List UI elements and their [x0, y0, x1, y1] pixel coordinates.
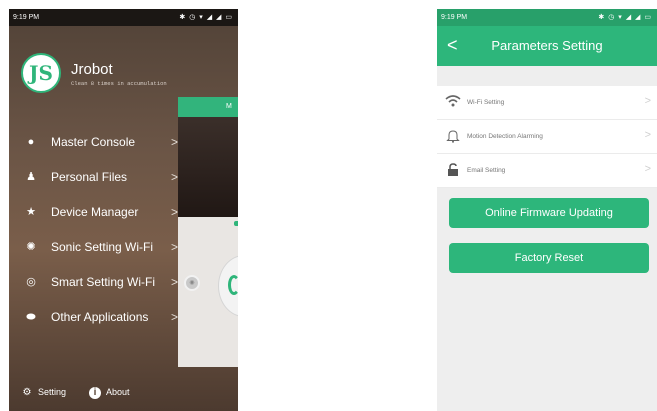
- about-link[interactable]: i About: [89, 385, 130, 399]
- wheel-logo-mark: [228, 275, 238, 295]
- app-logo: JS: [21, 53, 61, 93]
- camera-preview: [178, 117, 238, 217]
- page-title: Parameters Setting: [491, 38, 603, 53]
- app-tagline: Clean 8 times in accumulation: [71, 80, 167, 87]
- info-icon: i: [89, 386, 101, 399]
- chevron-right-icon: >: [171, 205, 179, 219]
- chevron-right-icon: >: [171, 240, 179, 254]
- chevron-right-icon: >: [644, 95, 651, 107]
- menu-item-label: Sonic Setting Wi-Fi: [51, 240, 154, 254]
- status-bar: 9:19 PM ✱ ◷ ▾ ◢ ◢ ▭: [437, 9, 657, 26]
- menu-item-other-applications[interactable]: ⬬ Other Applications >: [25, 306, 185, 328]
- menu-item-master-console[interactable]: ● Master Console >: [25, 131, 185, 153]
- app-name: Jrobot: [71, 61, 113, 78]
- left-phone-screen: 9:19 PM ✱ ◷ ▾ ◢ ◢ ▭ JS Jrobot Clean 8 ti…: [9, 9, 238, 411]
- status-icons: ✱ ◷ ▾ ◢ ◢ ▭: [598, 14, 652, 21]
- people-icon: ♟: [26, 171, 36, 183]
- lock-icon: [445, 163, 461, 177]
- status-time: 9:19 PM: [13, 14, 40, 21]
- menu-item-label: Master Console: [51, 135, 136, 149]
- chevron-right-icon: >: [644, 163, 651, 175]
- menu-item-device-manager[interactable]: ★ Device Manager >: [25, 201, 185, 223]
- apps-icon: ⬬: [26, 311, 36, 323]
- sonic-icon: ✺: [26, 241, 36, 253]
- chevron-right-icon: >: [171, 310, 179, 324]
- status-bar: 9:19 PM ✱ ◷ ▾ ◢ ◢ ▭: [9, 9, 238, 26]
- menu-item-personal-files[interactable]: ♟ Personal Files >: [25, 166, 185, 188]
- menu-item-label: Other Applications: [51, 310, 149, 324]
- status-time: 9:19 PM: [441, 14, 468, 21]
- chevron-right-icon: >: [171, 170, 179, 184]
- menu-item-label: Personal Files: [51, 170, 128, 184]
- chevron-right-icon: >: [171, 135, 179, 149]
- factory-reset-button[interactable]: Factory Reset: [449, 243, 649, 273]
- settings-row-label: Motion Detection Alarming: [467, 133, 543, 140]
- bell-icon: [445, 129, 461, 143]
- main-screen-peek[interactable]: M ◉: [178, 97, 238, 367]
- setting-link[interactable]: ⚙ Setting: [21, 385, 67, 399]
- settings-row-email[interactable]: Email Setting >: [437, 154, 657, 188]
- settings-row-label: Wi-Fi Setting: [467, 99, 505, 106]
- menu-item-smart-setting-wifi[interactable]: ◎ Smart Setting Wi-Fi >: [25, 271, 185, 293]
- about-label: About: [106, 387, 130, 397]
- menu-item-sonic-setting-wifi[interactable]: ✺ Sonic Setting Wi-Fi >: [25, 236, 185, 258]
- firmware-update-button[interactable]: Online Firmware Updating: [449, 198, 649, 228]
- setting-label: Setting: [38, 387, 67, 397]
- gear-icon: ⚙: [22, 386, 32, 398]
- right-phone-screen: 9:19 PM ✱ ◷ ▾ ◢ ◢ ▭ < Parameters Setting…: [437, 9, 657, 411]
- star-icon: ★: [26, 206, 36, 218]
- console-icon: ●: [27, 136, 35, 148]
- chevron-right-icon: >: [171, 275, 179, 289]
- wifi-icon: [445, 95, 461, 109]
- control-button[interactable]: ◉: [184, 275, 200, 291]
- menu-item-label: Smart Setting Wi-Fi: [51, 275, 156, 289]
- app-header: < Parameters Setting: [437, 26, 657, 66]
- settings-list: Wi-Fi Setting > Motion Detection Alarmin…: [437, 86, 657, 188]
- settings-row-label: Email Setting: [467, 167, 506, 174]
- peek-title-bar: M: [178, 97, 238, 117]
- settings-row-wifi[interactable]: Wi-Fi Setting >: [437, 86, 657, 120]
- smart-wifi-icon: ◎: [26, 276, 36, 288]
- status-icons: ✱ ◷ ▾ ◢ ◢ ▭: [179, 14, 233, 21]
- settings-row-motion-detection[interactable]: Motion Detection Alarming >: [437, 120, 657, 154]
- menu-item-label: Device Manager: [51, 205, 139, 219]
- chevron-right-icon: >: [644, 129, 651, 141]
- page-indicator: [234, 221, 238, 226]
